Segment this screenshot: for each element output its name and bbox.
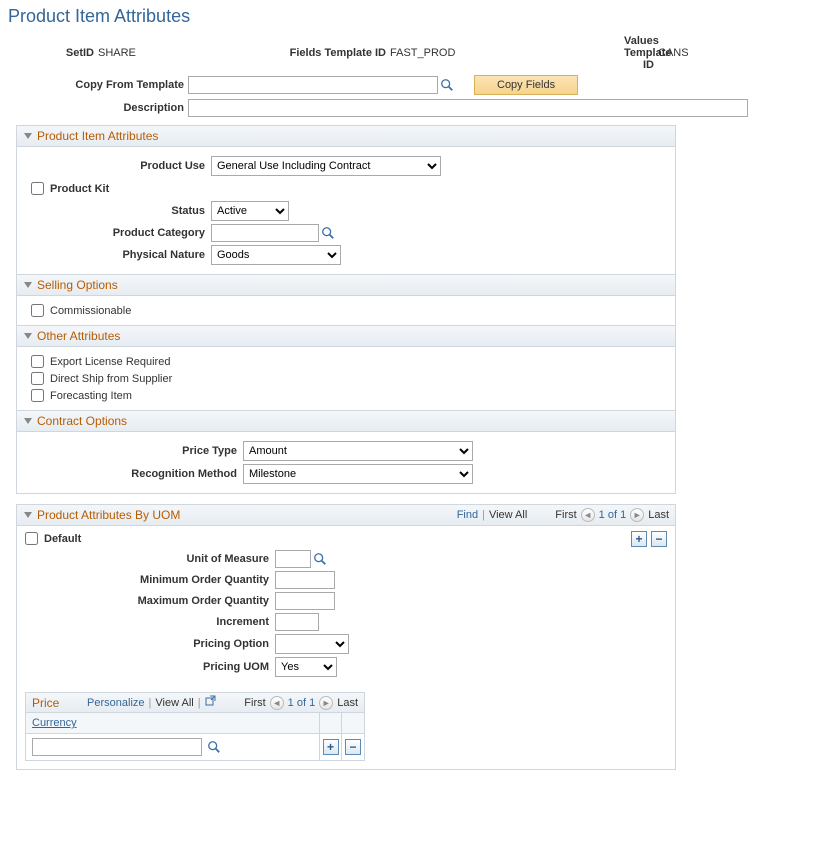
export-license-label: Export License Required	[50, 356, 170, 368]
physical-nature-select[interactable]: Goods	[211, 245, 341, 265]
twisty-icon	[23, 510, 33, 520]
section-header-selling[interactable]: Selling Options	[17, 274, 675, 296]
direct-ship-checkbox[interactable]	[31, 372, 44, 385]
section-header-other[interactable]: Other Attributes	[17, 325, 675, 347]
forecasting-checkbox[interactable]	[31, 389, 44, 402]
export-license-checkbox[interactable]	[31, 355, 44, 368]
lookup-icon[interactable]	[207, 740, 221, 754]
add-row-button[interactable]: +	[631, 531, 647, 547]
page-title: Product Item Attributes	[8, 6, 832, 27]
commissionable-checkbox[interactable]	[31, 304, 44, 317]
pricing-uom-label: Pricing UOM	[25, 661, 275, 673]
add-row-button[interactable]: +	[323, 739, 339, 755]
recognition-method-select[interactable]: Milestone	[243, 464, 473, 484]
commissionable-label: Commissionable	[50, 305, 131, 317]
fields-template-label: Fields Template ID	[266, 47, 386, 59]
copy-from-label: Copy From Template	[4, 79, 188, 91]
recognition-method-label: Recognition Method	[25, 468, 243, 480]
increment-label: Increment	[25, 616, 275, 628]
price-data-row: + −	[26, 733, 364, 760]
pricing-option-select[interactable]	[275, 634, 349, 654]
uom-nav-controls: Find | View All First ◄ 1 of 1 ► Last	[457, 508, 669, 522]
price-first-label: First	[244, 697, 265, 709]
section-header-uom: Product Attributes By UOM Find | View Al…	[17, 505, 675, 526]
twisty-icon	[23, 280, 33, 290]
zoom-icon[interactable]	[205, 695, 217, 710]
lookup-icon[interactable]	[313, 552, 327, 566]
default-label: Default	[44, 533, 81, 545]
product-attributes-uom-panel: Product Attributes By UOM Find | View Al…	[16, 504, 676, 770]
prev-arrow-icon[interactable]: ◄	[581, 508, 595, 522]
section-header-pia[interactable]: Product Item Attributes	[17, 126, 675, 147]
values-template-label: Values Template ID	[624, 35, 654, 71]
direct-ship-label: Direct Ship from Supplier	[50, 373, 172, 385]
twisty-icon	[23, 131, 33, 141]
delete-row-button[interactable]: −	[651, 531, 667, 547]
product-category-label: Product Category	[25, 227, 211, 239]
values-template-value: CANS	[658, 47, 698, 59]
min-qty-label: Minimum Order Quantity	[25, 574, 275, 586]
status-label: Status	[25, 205, 211, 217]
fields-template-value: FAST_PROD	[390, 47, 560, 59]
twisty-icon	[23, 416, 33, 426]
product-category-input[interactable]	[211, 224, 319, 242]
personalize-link[interactable]: Personalize	[87, 697, 144, 709]
header-id-row: SetID SHARE Fields Template ID FAST_PROD…	[4, 35, 832, 71]
copy-fields-button[interactable]: Copy Fields	[474, 75, 578, 95]
next-arrow-icon[interactable]: ►	[630, 508, 644, 522]
unit-of-measure-input[interactable]	[275, 550, 311, 568]
price-header-row: Currency	[26, 712, 364, 733]
physical-nature-label: Physical Nature	[25, 249, 211, 261]
find-link[interactable]: Find	[457, 509, 478, 521]
product-item-attributes-panel: Product Item Attributes Product Use Gene…	[16, 125, 676, 494]
default-checkbox[interactable]	[25, 532, 38, 545]
currency-column-header[interactable]: Currency	[32, 717, 77, 729]
section-title-uom: Product Attributes By UOM	[37, 508, 180, 522]
description-label: Description	[4, 102, 188, 114]
pricing-uom-select[interactable]: Yes	[275, 657, 337, 677]
lookup-icon[interactable]	[440, 78, 454, 92]
nav-count: 1 of 1	[599, 509, 627, 521]
section-title-selling: Selling Options	[37, 278, 118, 292]
last-label: Last	[648, 509, 669, 521]
max-qty-input[interactable]	[275, 592, 335, 610]
section-title-pia: Product Item Attributes	[37, 129, 158, 143]
lookup-icon[interactable]	[321, 226, 335, 240]
section-title-contract: Contract Options	[37, 414, 127, 428]
view-all-link[interactable]: View All	[489, 509, 527, 521]
description-row: Description	[4, 99, 832, 117]
increment-input[interactable]	[275, 613, 319, 631]
status-select[interactable]: Active	[211, 201, 289, 221]
price-grid: Price Personalize | View All | First ◄ 1…	[25, 692, 365, 761]
product-kit-label: Product Kit	[50, 183, 109, 195]
price-type-select[interactable]: Amount	[243, 441, 473, 461]
price-type-label: Price Type	[25, 445, 243, 457]
max-qty-label: Maximum Order Quantity	[25, 595, 275, 607]
product-kit-checkbox[interactable]	[31, 182, 44, 195]
prev-arrow-icon[interactable]: ◄	[270, 696, 284, 710]
copy-from-row: Copy From Template Copy Fields	[4, 75, 832, 95]
setid-value: SHARE	[98, 47, 188, 59]
setid-label: SetID	[4, 47, 94, 59]
first-label: First	[555, 509, 576, 521]
currency-input[interactable]	[32, 738, 202, 756]
section-header-contract[interactable]: Contract Options	[17, 410, 675, 432]
min-qty-input[interactable]	[275, 571, 335, 589]
price-title: Price	[32, 696, 59, 710]
section-title-other: Other Attributes	[37, 329, 120, 343]
next-arrow-icon[interactable]: ►	[319, 696, 333, 710]
forecasting-label: Forecasting Item	[50, 390, 132, 402]
description-input[interactable]	[188, 99, 748, 117]
pricing-option-label: Pricing Option	[25, 638, 275, 650]
twisty-icon	[23, 331, 33, 341]
unit-of-measure-label: Unit of Measure	[25, 553, 275, 565]
delete-row-button[interactable]: −	[345, 739, 361, 755]
product-use-select[interactable]: General Use Including Contract	[211, 156, 441, 176]
price-view-all-link[interactable]: View All	[155, 697, 193, 709]
price-last-label: Last	[337, 697, 358, 709]
copy-from-input[interactable]	[188, 76, 438, 94]
product-use-label: Product Use	[25, 160, 211, 172]
price-nav-count: 1 of 1	[288, 697, 316, 709]
